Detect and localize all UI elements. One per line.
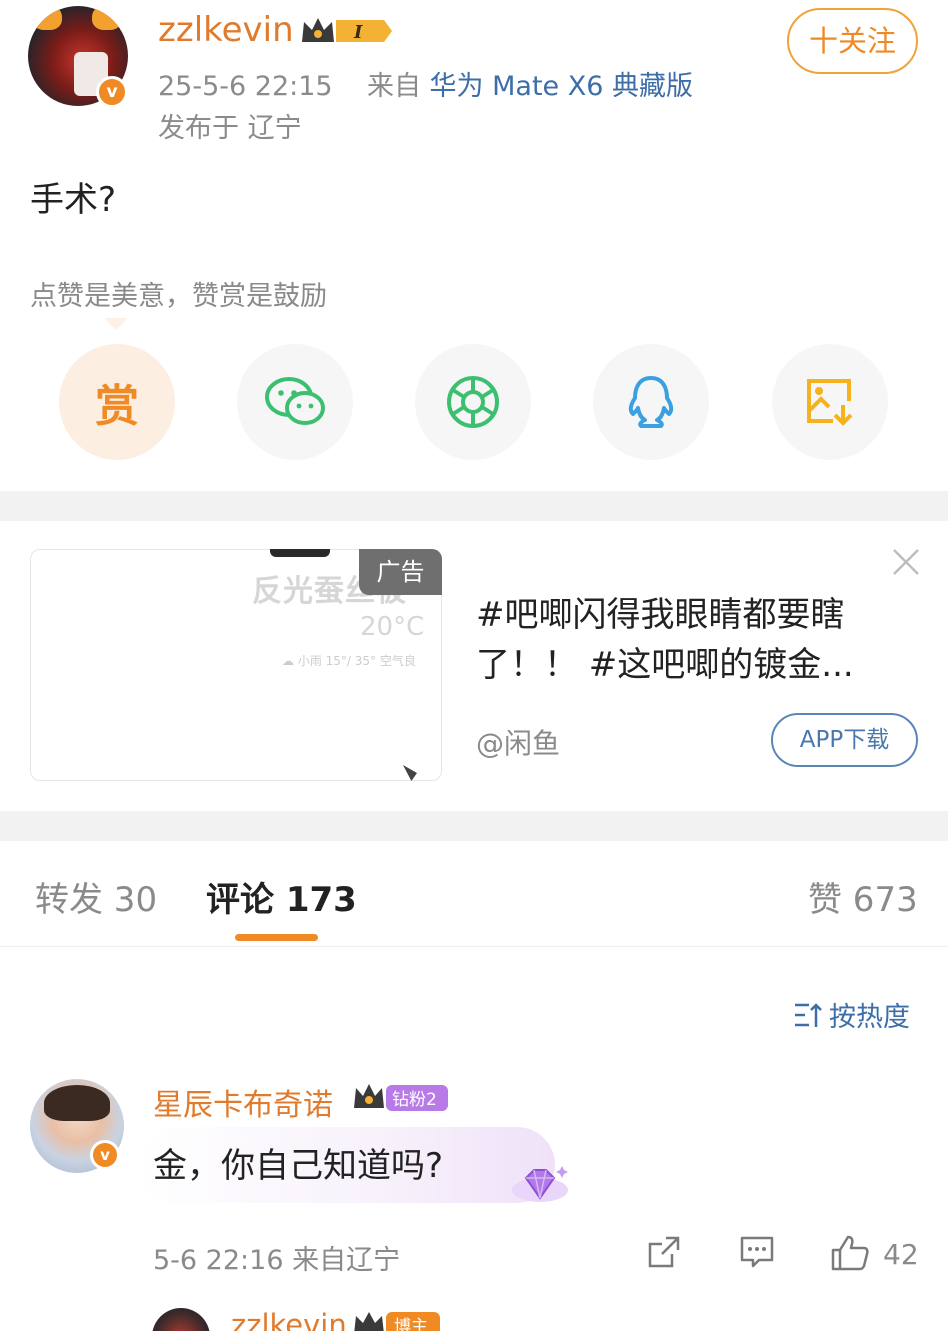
reply-author-name[interactable]: zzlkevin	[231, 1308, 347, 1331]
post-body-text: 手术?	[30, 180, 117, 220]
app-download-button[interactable]: APP下载	[771, 713, 918, 767]
ad-close-icon[interactable]	[888, 544, 924, 580]
sort-icon	[795, 1002, 822, 1027]
member-crown-badge-icon: I	[302, 18, 392, 43]
ad-image-overlay-temp: 20°C	[360, 612, 425, 642]
tab-comment[interactable]: 评论 173	[206, 872, 357, 921]
commenter-name[interactable]: 星辰卡布奇诺	[153, 1080, 333, 1124]
save-image-icon	[807, 379, 853, 426]
tab-active-indicator	[235, 934, 318, 941]
comment-like-count: 42	[883, 1238, 919, 1271]
reply-author-avatar[interactable]	[152, 1308, 210, 1331]
level-badge-text: I	[353, 22, 363, 43]
post-datetime: 25-5-6 22:15	[158, 71, 333, 102]
blogger-badge-text: 博主	[394, 1317, 428, 1331]
ad-image-overlay-weather: ☁ 小雨 15°/ 35° 空气良	[282, 654, 416, 668]
commenter-verified-icon: v	[90, 1140, 120, 1170]
ad-source[interactable]: @闲鱼	[476, 722, 560, 762]
verified-badge-icon: v	[96, 76, 128, 108]
post-meta: 25-5-6 22:15 来自 华为 Mate X6 典藏版	[158, 64, 693, 103]
section-separator	[0, 491, 948, 521]
sort-toggle[interactable]: 按热度	[793, 995, 910, 1034]
share-wechat-button[interactable]	[237, 344, 353, 460]
share-moments-button[interactable]	[415, 344, 531, 460]
fan-badge-text: 钻粉2	[392, 1090, 437, 1110]
comment-text[interactable]: 金，你自己知道吗?	[153, 1138, 443, 1187]
moments-icon	[447, 376, 499, 428]
ad-tag: 广告	[359, 549, 442, 595]
section-separator	[0, 811, 948, 841]
share-comment-icon[interactable]	[646, 1234, 682, 1270]
follow-button[interactable]: 十关注	[787, 8, 918, 74]
tab-repost[interactable]: 转发 30	[35, 872, 157, 921]
sort-label: 按热度	[829, 1002, 910, 1033]
ad-title[interactable]: #吧唧闪得我眼睛都要瞎了！！ #这吧唧的镀金...	[476, 590, 876, 690]
author-username[interactable]: zzlkevin	[158, 10, 294, 50]
share-qq-button[interactable]	[593, 344, 709, 460]
post-device-link[interactable]: 华为 Mate X6 典藏版	[430, 71, 693, 102]
tip-arrow	[104, 318, 128, 330]
post-location: 发布于 辽宁	[158, 113, 302, 144]
fan-level-badge-icon: 钻粉2	[354, 1084, 448, 1111]
save-image-button[interactable]	[772, 344, 888, 460]
reply-comment-icon[interactable]	[739, 1234, 775, 1270]
reward-tip-text: 点赞是美意，赞赏是鼓励	[30, 281, 327, 312]
reward-icon: 赏	[95, 381, 139, 432]
post-source-prefix: 来自	[366, 71, 421, 102]
tab-divider	[0, 946, 948, 947]
comment-meta: 5-6 22:16 来自辽宁	[153, 1245, 401, 1276]
wechat-icon	[265, 377, 325, 425]
tab-like[interactable]: 赞 673	[808, 872, 918, 921]
ad-image-dark-strip	[270, 549, 330, 557]
like-thumb-icon[interactable]	[830, 1234, 870, 1272]
diamond-decoration-icon	[512, 1166, 568, 1202]
blogger-badge-icon: 博主	[354, 1312, 440, 1331]
qq-icon	[628, 376, 674, 428]
reward-button[interactable]: 赏	[59, 344, 175, 460]
